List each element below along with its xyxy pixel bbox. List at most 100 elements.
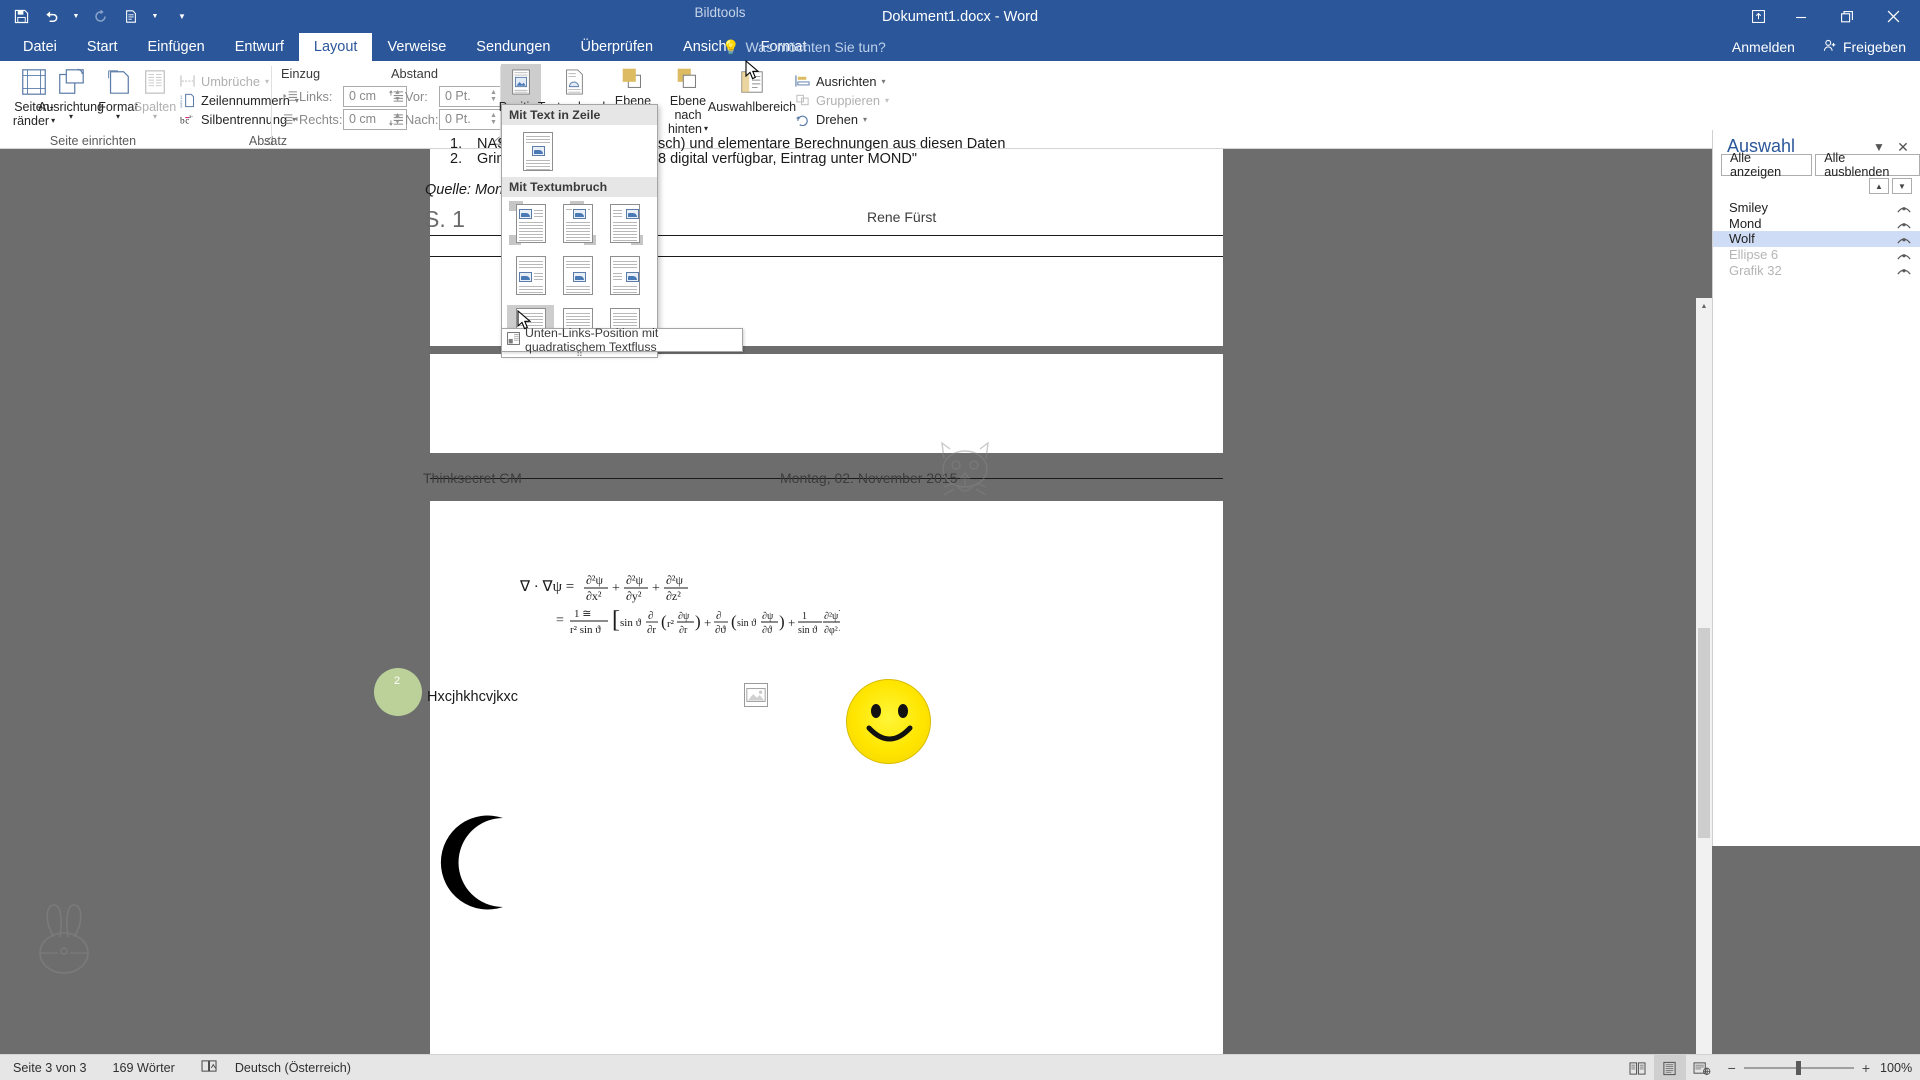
language-status[interactable]: Deutsch (Österreich) xyxy=(231,1061,364,1075)
header-right-name: Rene Fürst xyxy=(867,209,937,225)
gallery-item-middle-center[interactable] xyxy=(554,253,601,298)
group-objects-icon xyxy=(794,92,811,109)
svg-text:∂ϑ: ∂ϑ xyxy=(715,624,726,636)
svg-text:∂r: ∂r xyxy=(679,625,688,636)
sign-in-link[interactable]: Anmelden xyxy=(1718,39,1809,55)
gallery-item-top-right[interactable] xyxy=(601,201,648,246)
svg-text:=: = xyxy=(556,613,564,628)
tab-datei[interactable]: Datei xyxy=(8,33,72,61)
gallery-tooltip-text: Unten-Links-Position mit quadratischem T… xyxy=(525,326,659,354)
scrollbar-thumb[interactable] xyxy=(1698,628,1710,838)
gallery-item-inline[interactable] xyxy=(514,129,561,174)
document-canvas[interactable]: 1. NASA F sch) und elementare Berechnung… xyxy=(0,136,1920,1080)
space-after-field-row: Nach: 0 Pt. ▲ ▼ xyxy=(387,108,503,130)
read-mode-button[interactable] xyxy=(1622,1055,1654,1080)
selection-item-smiley[interactable]: Smiley xyxy=(1713,200,1920,216)
zoom-out-button[interactable]: − xyxy=(1728,1060,1736,1076)
tab-einfuegen[interactable]: Einfügen xyxy=(132,33,219,61)
rabbit-graphic[interactable] xyxy=(30,901,108,981)
tab-entwurf[interactable]: Entwurf xyxy=(220,33,299,61)
rotate-objects-button[interactable]: Drehen ▾ xyxy=(792,108,867,130)
gallery-item-top-center[interactable] xyxy=(554,201,601,246)
contextual-tools-text: Bildtools xyxy=(694,5,746,20)
gallery-item-top-left[interactable] xyxy=(507,201,554,246)
align-objects-label: Ausrichten xyxy=(816,73,877,89)
share-button[interactable]: Freigeben xyxy=(1809,39,1920,55)
zoom-slider-knob[interactable] xyxy=(1795,1061,1801,1075)
word-count[interactable]: 169 Wörter xyxy=(100,1061,188,1075)
orientation-button[interactable]: Ausrichtung ▾ xyxy=(38,64,104,130)
selection-pane-label: Auswahlbereich xyxy=(707,100,797,114)
thumb-middle-center xyxy=(562,256,593,295)
arrow-down-icon[interactable]: ▼ xyxy=(1892,178,1912,194)
undo-dropdown-icon[interactable]: ▼ xyxy=(68,4,84,30)
vertical-scrollbar[interactable]: ▲ ▼ xyxy=(1696,298,1712,1080)
tab-ueberpruefen[interactable]: Überprüfen xyxy=(565,33,668,61)
space-after-spinner[interactable]: 0 Pt. ▲ ▼ xyxy=(439,108,503,130)
tab-sendungen[interactable]: Sendungen xyxy=(461,33,565,61)
tab-layout[interactable]: Layout xyxy=(298,33,373,61)
page-info[interactable]: Seite 3 von 3 xyxy=(0,1061,100,1075)
minimize-button[interactable] xyxy=(1778,2,1824,32)
tab-verweise[interactable]: Verweise xyxy=(372,33,461,61)
chevron-down-icon: ▾ xyxy=(152,112,157,121)
eye-hidden-icon[interactable] xyxy=(1897,264,1911,279)
svg-text:a-: a- xyxy=(188,114,192,120)
svg-text:sin ϑ: sin ϑ xyxy=(737,618,756,629)
arrow-up-icon[interactable]: ▲ xyxy=(1869,178,1889,194)
space-before-spinner[interactable]: 0 Pt. ▲ ▼ xyxy=(439,85,503,107)
print-preview-dropdown-icon[interactable]: ▼ xyxy=(147,4,163,30)
scroll-up-arrow[interactable]: ▲ xyxy=(1696,298,1712,315)
close-button[interactable] xyxy=(1870,2,1916,32)
web-layout-button[interactable] xyxy=(1686,1055,1718,1080)
selection-item-wolf[interactable]: Wolf xyxy=(1713,231,1920,247)
share-label: Freigeben xyxy=(1842,39,1906,55)
selection-item-grafik-32[interactable]: Grafik 32 xyxy=(1713,262,1920,278)
selection-pane[interactable]: Auswahl ▼ ✕ Alle anzeigen Alle ausblende… xyxy=(1712,130,1920,846)
svg-text:∇ · ∇ψ =: ∇ · ∇ψ = xyxy=(520,579,574,595)
wolf-graphic[interactable] xyxy=(930,441,1000,508)
svg-text:1 ≅: 1 ≅ xyxy=(574,608,591,620)
undo-icon[interactable] xyxy=(38,4,65,30)
svg-text:]: ] xyxy=(838,607,840,633)
selection-item-mond[interactable]: Mond xyxy=(1713,216,1920,232)
tab-start[interactable]: Start xyxy=(72,33,133,61)
thumb-top-right xyxy=(609,204,640,243)
svg-text:∂²ψ: ∂²ψ xyxy=(626,573,644,587)
ribbon-display-options-icon[interactable] xyxy=(1738,2,1778,32)
show-all-button[interactable]: Alle anzeigen xyxy=(1721,151,1813,179)
save-icon[interactable] xyxy=(8,4,35,30)
print-layout-button[interactable] xyxy=(1653,1055,1686,1080)
space-after-label: Nach: xyxy=(405,111,439,127)
thumb-inline xyxy=(522,132,553,171)
customize-qat-icon[interactable]: ▼ xyxy=(174,4,190,30)
zoom-slider[interactable] xyxy=(1743,1061,1854,1075)
svg-text:sin ϑ: sin ϑ xyxy=(620,617,642,629)
math-formula[interactable]: ∇ · ∇ψ = ∂²ψ ∂x² + ∂²ψ ∂y² + ∂²ψ ∂z² = 1… xyxy=(519,569,846,643)
proofing-status[interactable] xyxy=(188,1059,231,1076)
svg-text:∂y²: ∂y² xyxy=(626,589,642,603)
zoom-level[interactable]: 100% xyxy=(1880,1061,1920,1075)
document-page-3[interactable]: Thinksecret GM Montag, 02. November 2015… xyxy=(39,441,1223,1080)
gallery-item-middle-left[interactable] xyxy=(507,253,554,298)
send-backward-icon xyxy=(673,64,703,94)
zoom-in-button[interactable]: + xyxy=(1862,1060,1870,1076)
tell-me-box[interactable]: 💡 Was möchten Sie tun? xyxy=(722,33,886,61)
tell-me-placeholder: Was möchten Sie tun? xyxy=(745,39,886,55)
print-preview-icon[interactable] xyxy=(117,4,144,30)
document-page-2[interactable] xyxy=(430,354,1223,453)
send-backward-button[interactable]: Ebene nach hinten ▾ xyxy=(661,64,715,136)
smiley-shape[interactable] xyxy=(846,679,931,764)
selection-pane-reorder-arrows: ▲ ▼ xyxy=(1869,178,1912,194)
restore-button[interactable] xyxy=(1824,2,1870,32)
gallery-item-middle-right[interactable] xyxy=(601,253,648,298)
indent-left-label: Links: xyxy=(299,88,333,104)
quick-access-toolbar: ▼ ▼ ▼ xyxy=(8,0,190,33)
redo-icon[interactable] xyxy=(87,4,114,30)
hide-all-button[interactable]: Alle ausblenden xyxy=(1815,151,1920,179)
green-ellipse-shape[interactable]: 2 xyxy=(374,668,422,716)
picture-placeholder[interactable] xyxy=(744,683,768,707)
moon-shape[interactable] xyxy=(437,815,529,915)
selection-item-ellipse-6[interactable]: Ellipse 6 xyxy=(1713,247,1920,263)
list-item-2-text-right: 8 digital verfügbar, Eintrag unter MOND" xyxy=(658,151,918,167)
